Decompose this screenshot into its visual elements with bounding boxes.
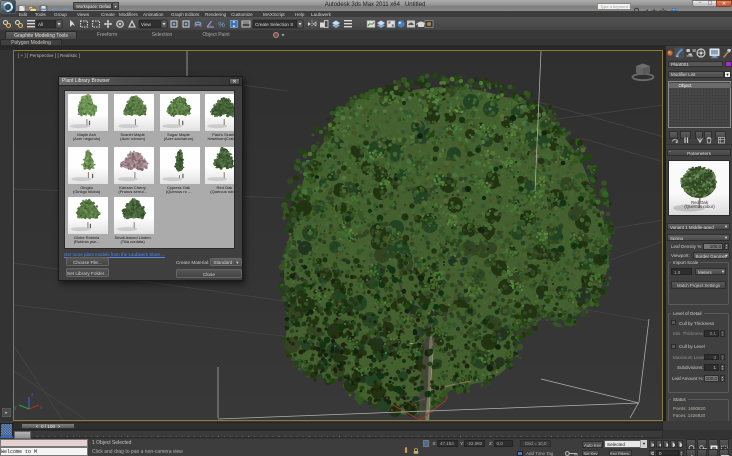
svg-text:View: View bbox=[141, 22, 152, 27]
svg-text:All: All bbox=[38, 22, 43, 27]
svg-text:Create Selection S: Create Selection S bbox=[255, 22, 293, 27]
svg-text:%: % bbox=[218, 20, 225, 29]
